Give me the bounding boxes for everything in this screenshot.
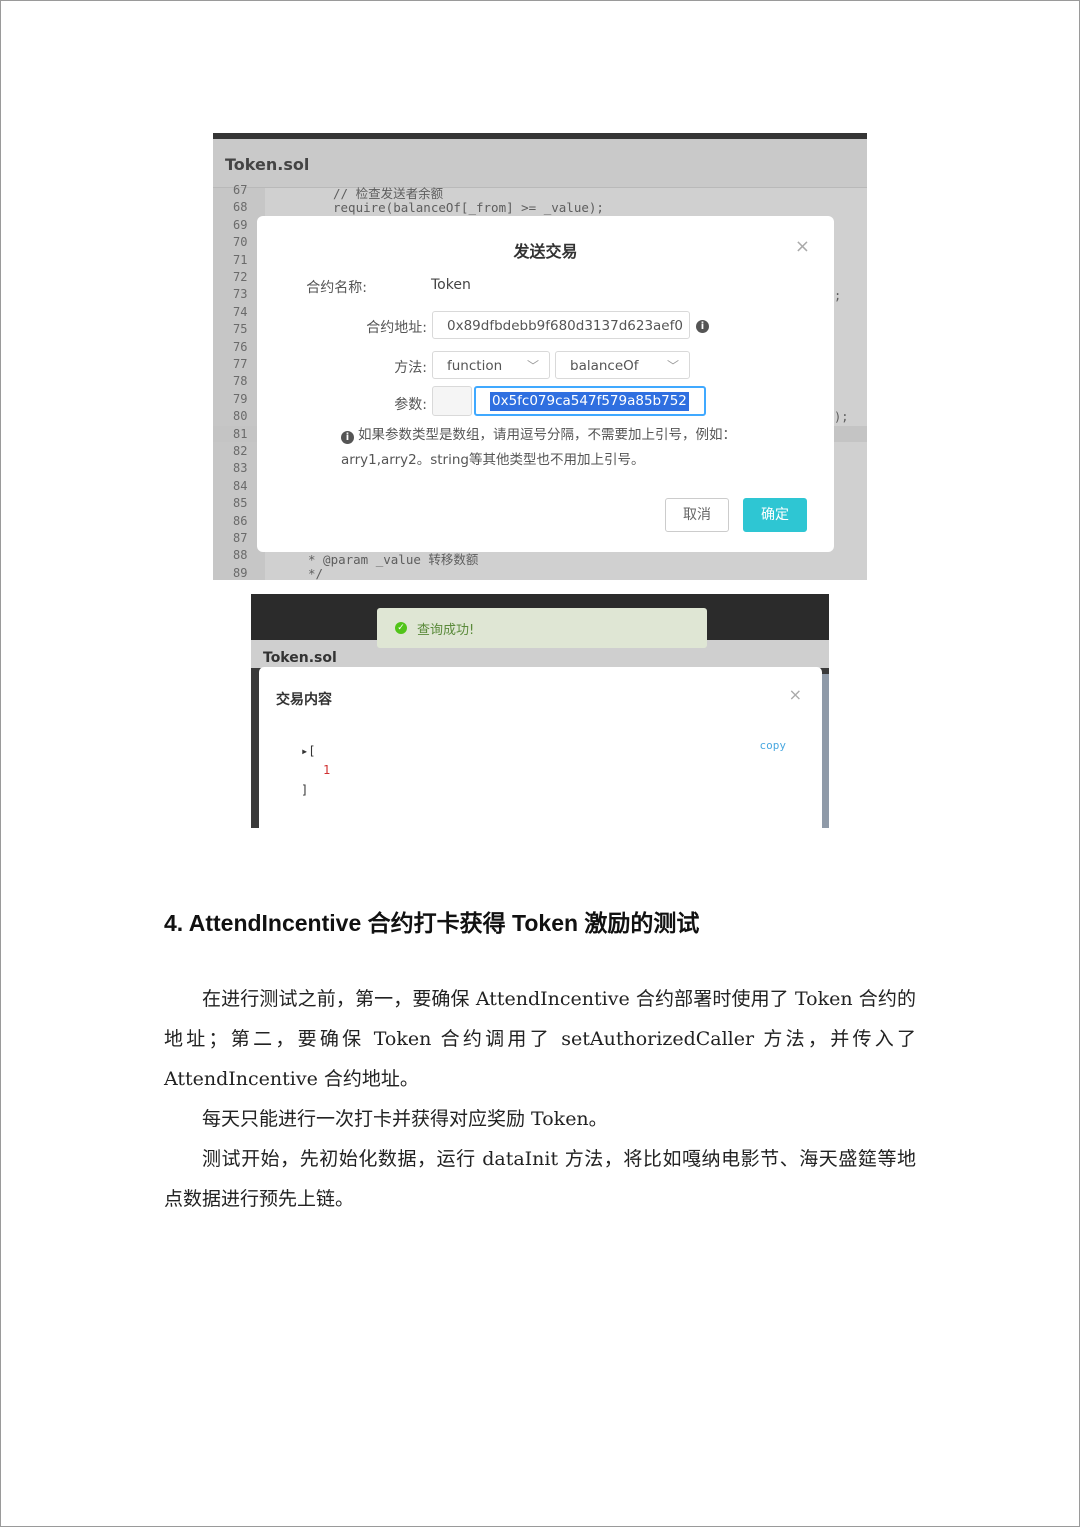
chevron-down-icon: ﹀ [666,359,679,373]
json-open-bracket[interactable]: ▸[ [301,744,315,758]
success-toast: ✓ 查询成功! [377,608,707,648]
contract-address-input[interactable]: 0x89dfbdebb9f680d3137d623aef0 [432,311,690,339]
hint-text: 如果参数类型是数组，请用逗号分隔，不需要加上引号，例如：arry1,arry2。… [341,427,736,468]
transaction-content-dialog: 交易内容 × ▸[ 1 ] copy [259,667,822,828]
chevron-down-icon: ﹀ [526,359,539,373]
params-hint: i 如果参数类型是数组，请用逗号分隔，不需要加上引号，例如：arry1,arry2… [341,423,811,473]
cancel-button[interactable]: 取消 [665,498,729,532]
json-value: 1 [323,763,331,777]
method-type-value: function [447,358,503,374]
paragraph: 每天只能进行一次打卡并获得对应奖励 Token。 [202,1108,608,1130]
params-input[interactable]: 0x5fc079ca547f579a85b752 [474,386,706,416]
transaction-result-screenshot: Token.sol ✓ 查询成功! 交易内容 × ▸[ 1 ] copy [251,594,829,828]
toast-message: 查询成功! [417,623,475,638]
send-transaction-dialog: 发送交易 × 合约名称: Token 合约地址: 0x89dfbdebb9f68… [257,216,834,552]
method-name-select[interactable]: balanceOf ﹀ [555,351,690,379]
params-field-group: 0x5fc079ca547f579a85b752 [432,386,706,416]
contract-address-label: 合约地址: [366,320,427,336]
params-label: 参数: [394,397,427,413]
close-icon[interactable]: × [795,236,810,257]
contract-name-value: Token [431,277,471,293]
info-icon[interactable]: i [696,320,709,333]
file-title: Token.sol [263,650,337,666]
close-icon[interactable]: × [789,685,802,704]
dialog-title: 交易内容 [276,692,332,708]
info-icon: i [341,431,354,444]
send-transaction-screenshot: Token.sol 67 68 69 70 71 72 73 74 75 76 77 78 79 80 81… [213,133,867,580]
method-type-select[interactable]: function ﹀ [432,351,550,379]
method-label: 方法: [394,360,427,376]
json-close-bracket: ] [301,783,309,797]
check-circle-icon: ✓ [395,622,407,634]
paragraph: 在进行测试之前，第一，要确保 AttendIncentive 合约部署时使用了 … [164,988,916,1090]
contract-name-label: 合约名称: [306,280,367,296]
section-heading: 4. AttendIncentive 合约打卡获得 Token 激励的测试 [164,910,700,936]
confirm-button[interactable]: 确定 [743,498,807,532]
method-name-value: balanceOf [570,358,639,374]
dialog-title: 发送交易 [513,242,578,261]
params-prefix [432,386,472,416]
scrollbar[interactable] [822,674,829,828]
paragraph: 测试开始，先初始化数据，运行 dataInit 方法，将比如嘎纳电影节、海天盛筵… [164,1148,916,1210]
params-selected-text: 0x5fc079ca547f579a85b752 [490,392,689,411]
copy-link[interactable]: copy [760,739,787,752]
